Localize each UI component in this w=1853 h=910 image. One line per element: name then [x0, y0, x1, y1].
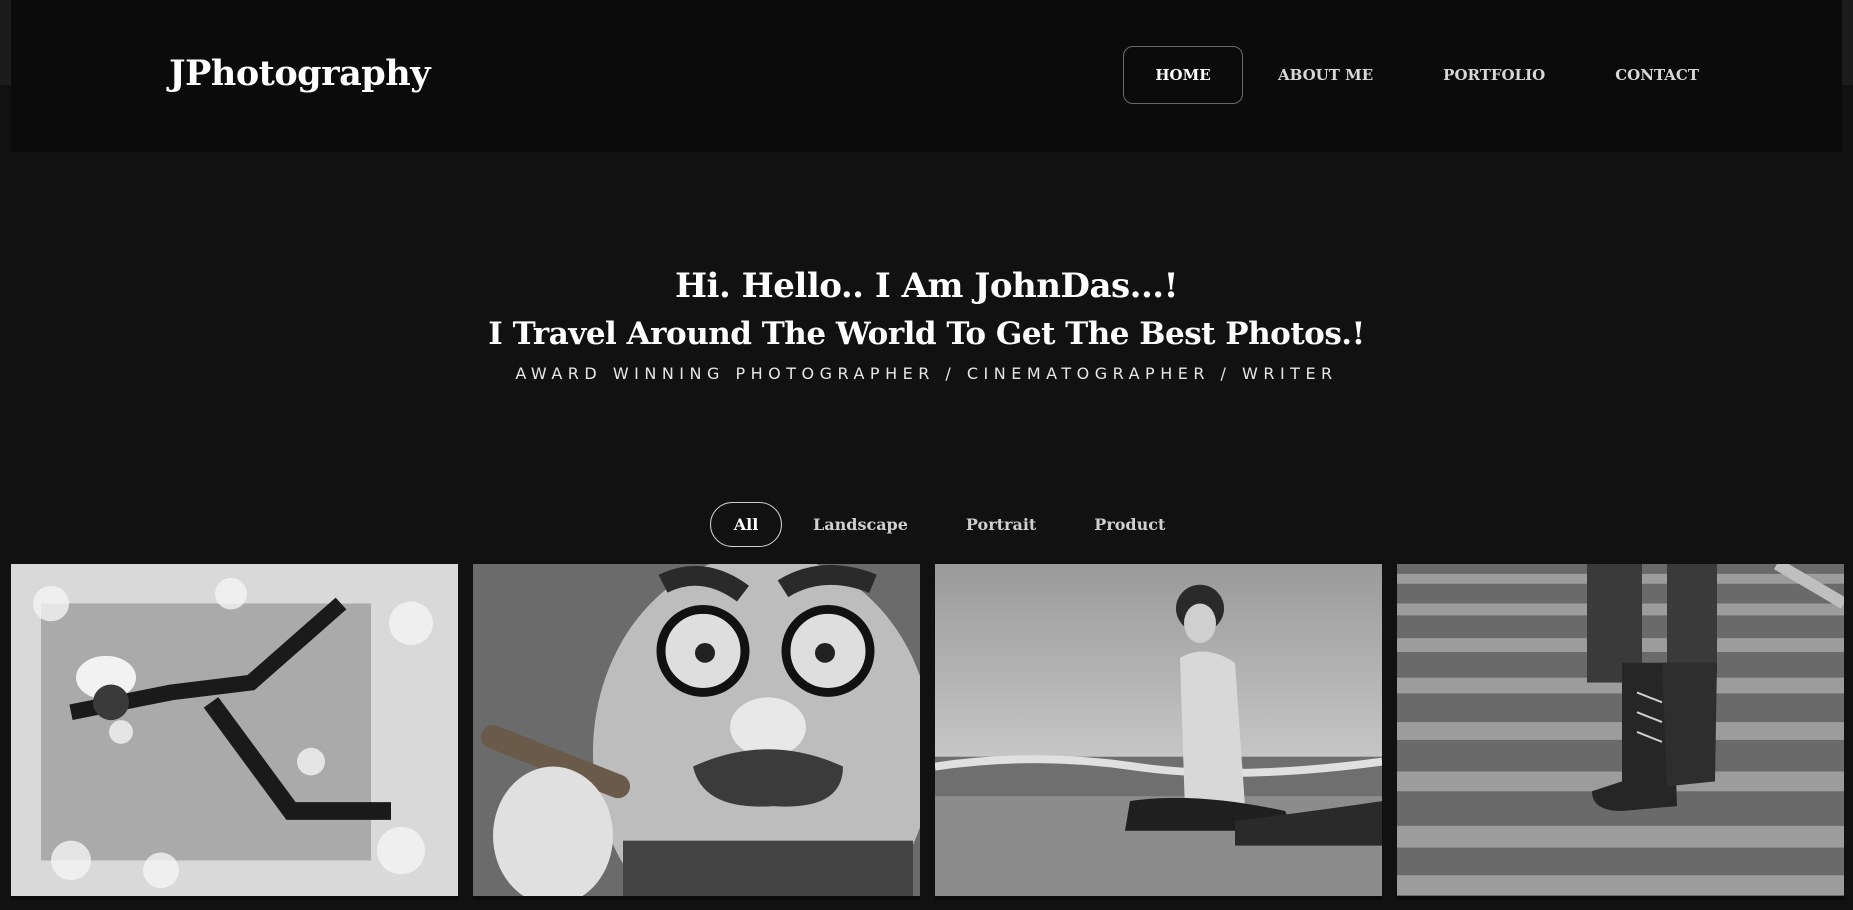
hero-section: Hi. Hello.. I Am JohnDas...! I Travel Ar…	[0, 262, 1853, 383]
gallery-photo-feathers[interactable]	[11, 564, 458, 900]
photo-glasses-man-image	[473, 564, 920, 896]
photo-beach-woman-image	[935, 564, 1382, 896]
nav-portfolio[interactable]: PORTFOLIO	[1408, 46, 1580, 104]
photo-feathers-image	[11, 564, 458, 896]
nav-about-me[interactable]: ABOUT ME	[1243, 46, 1408, 104]
filter-all[interactable]: All	[710, 502, 782, 547]
main-nav: HOME ABOUT ME PORTFOLIO CONTACT	[1123, 46, 1734, 104]
hero-tagline: AWARD WINNING PHOTOGRAPHER / CINEMATOGRA…	[515, 364, 1338, 383]
hero-subtitle: I Travel Around The World To Get The Bes…	[488, 316, 1365, 352]
filter-portrait[interactable]: Portrait	[937, 502, 1065, 547]
page: JPhotography HOME ABOUT ME PORTFOLIO CON…	[0, 0, 1853, 910]
hero-greeting: Hi. Hello.. I Am JohnDas...!	[674, 266, 1179, 306]
photo-boots-tracks-image	[1397, 564, 1844, 896]
brand-logo[interactable]: JPhotography	[169, 53, 431, 94]
portfolio-filters: All Landscape Portrait Product	[710, 502, 1194, 547]
filter-product[interactable]: Product	[1065, 502, 1194, 547]
site-header: JPhotography HOME ABOUT ME PORTFOLIO CON…	[11, 0, 1842, 152]
edge-left	[0, 0, 11, 85]
nav-contact[interactable]: CONTACT	[1580, 46, 1734, 104]
nav-home[interactable]: HOME	[1123, 46, 1243, 104]
photo-gallery	[11, 564, 1844, 900]
gallery-photo-beach-woman[interactable]	[935, 564, 1382, 900]
gallery-photo-boots-tracks[interactable]	[1397, 564, 1844, 900]
gallery-photo-glasses-man[interactable]	[473, 564, 920, 900]
filter-landscape[interactable]: Landscape	[784, 502, 937, 547]
edge-right	[1842, 0, 1853, 85]
